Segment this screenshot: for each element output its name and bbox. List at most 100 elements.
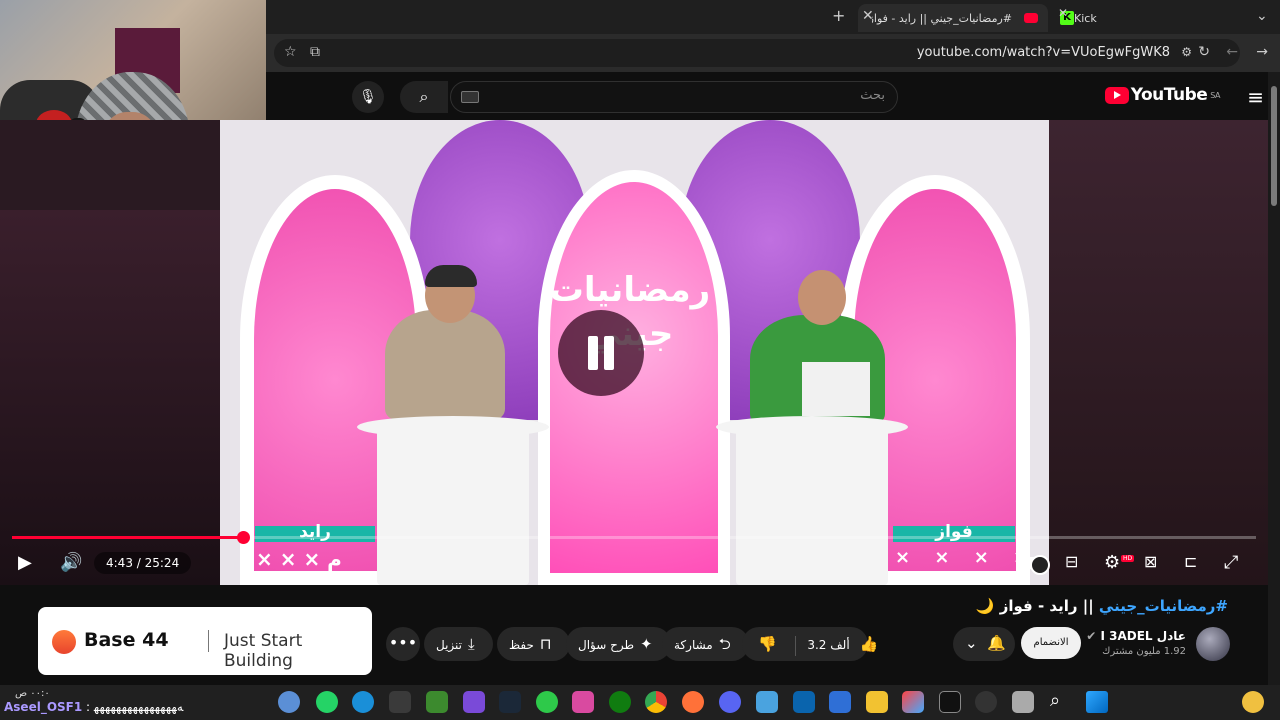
search-placeholder: بحث bbox=[860, 88, 885, 103]
sparkle-icon: ✦ bbox=[640, 635, 653, 653]
podium-right bbox=[736, 428, 888, 585]
show-title-line1: رمضانيات bbox=[549, 270, 711, 310]
cast-icon[interactable]: ⊏ bbox=[1184, 552, 1197, 571]
app-icon[interactable] bbox=[572, 691, 594, 713]
download-icon: ⤓ bbox=[468, 635, 475, 653]
search-icon[interactable]: ⌕ bbox=[1050, 690, 1060, 711]
tab-youtube-title: #رمضانيات_جيني || رايد - فواز bbox=[872, 11, 1012, 25]
left-player-namebar: رايد bbox=[255, 524, 375, 542]
contestant-left-body bbox=[385, 310, 505, 420]
stream-chat-overlay: Aseel_OSF1 : ﻪﻬﻬﻬﻬﻬﻬﻬﻬﻬﻬﻬﻬﻬﻬﻬ bbox=[4, 700, 183, 714]
share-icon: ⮌ bbox=[718, 635, 731, 653]
screen: K ✕ Kick #رمضانيات_جيني || رايد - فواز ✕… bbox=[0, 0, 1280, 720]
system-clock: ٠٠:٠ ص bbox=[15, 688, 50, 699]
chat-username: Aseel_OSF1 bbox=[4, 700, 83, 714]
address-bar: youtube.com/watch?v=VUoEgwFgWK8 ⚙ ☆ ⧉ ↻ … bbox=[266, 34, 1280, 72]
reload-icon[interactable]: ↻ bbox=[1198, 44, 1210, 60]
chrome-icon[interactable] bbox=[645, 691, 667, 713]
search-button[interactable]: ⌕ bbox=[400, 81, 448, 113]
task-view-icon[interactable] bbox=[1012, 691, 1034, 713]
channel-avatar[interactable] bbox=[1196, 627, 1230, 661]
join-button[interactable]: الانضمام bbox=[1021, 627, 1081, 659]
edge-icon[interactable] bbox=[352, 691, 374, 713]
bookmark-icon: ⊓ bbox=[539, 635, 552, 653]
time-text: 4:43 / 25:24 bbox=[106, 556, 180, 570]
whatsapp-icon[interactable] bbox=[316, 691, 338, 713]
browser-edge-dev-icon[interactable] bbox=[278, 691, 300, 713]
captions-icon[interactable]: ⊟ bbox=[1065, 552, 1078, 571]
xbox-icon[interactable] bbox=[609, 691, 631, 713]
notification-avatar-icon[interactable] bbox=[1242, 691, 1264, 713]
save-button[interactable]: حفظ ⊓ bbox=[497, 627, 570, 661]
download-button[interactable]: تنزيل ⤓ bbox=[424, 627, 493, 661]
left-player-marks: × × × م bbox=[256, 547, 342, 571]
photos-icon[interactable] bbox=[756, 691, 778, 713]
region-code: SA bbox=[1210, 90, 1220, 100]
channel-info[interactable]: عادل I 3ADEL ✔ 1.92 مليون مشترك bbox=[1086, 629, 1186, 657]
subscriber-count: 1.92 مليون مشترك bbox=[1102, 646, 1186, 657]
hamburger-menu-icon[interactable]: ≡ bbox=[1247, 85, 1264, 109]
chevron-down-icon[interactable]: ⌄ bbox=[1256, 8, 1268, 24]
close-icon[interactable]: ✕ bbox=[862, 8, 874, 24]
fullscreen-icon[interactable]: ⤢ bbox=[1224, 552, 1238, 573]
omnibox[interactable]: youtube.com/watch?v=VUoEgwFgWK8 ⚙ ☆ ⧉ bbox=[274, 39, 1240, 67]
settings-gear-icon[interactable]: ⚙ bbox=[1104, 552, 1120, 573]
page-scrollbar[interactable] bbox=[1268, 72, 1280, 685]
chat-message: : ﻪﻬﻬﻬﻬﻬﻬﻬﻬﻬﻬﻬﻬﻬﻬﻬ bbox=[86, 700, 184, 714]
autoplay-toggle[interactable] bbox=[1020, 555, 1050, 575]
windows-taskbar: ⌕ bbox=[0, 685, 1280, 720]
url-text[interactable]: youtube.com/watch?v=VUoEgwFgWK8 bbox=[917, 45, 1170, 60]
ask-button[interactable]: طرح سؤال ✦ bbox=[566, 627, 671, 661]
scrollbar-thumb[interactable] bbox=[1271, 86, 1277, 206]
play-icon[interactable]: ▶ bbox=[18, 552, 32, 573]
base44-logo-icon bbox=[52, 630, 76, 654]
steam-icon[interactable] bbox=[499, 691, 521, 713]
obs-icon[interactable] bbox=[463, 691, 485, 713]
more-actions-button[interactable]: ••• bbox=[386, 627, 420, 661]
notifications-dropdown[interactable]: ⌄ 🔔 bbox=[953, 627, 1015, 661]
chevron-down-icon: ⌄ bbox=[965, 634, 978, 652]
outlook-icon[interactable] bbox=[793, 691, 815, 713]
capcut-icon[interactable] bbox=[389, 691, 411, 713]
share-page-icon[interactable]: ⧉ bbox=[310, 44, 320, 60]
like-icon[interactable]: 👍 bbox=[860, 635, 879, 653]
youtube-logo[interactable]: YouTube SA bbox=[1104, 85, 1220, 105]
voice-search-icon[interactable]: 🎙 bbox=[352, 81, 384, 113]
tab-kick-label[interactable]: Kick bbox=[1074, 4, 1097, 32]
star-icon[interactable]: ☆ bbox=[284, 44, 297, 60]
back-icon[interactable]: ← bbox=[1226, 44, 1238, 60]
progress-fill bbox=[12, 536, 244, 539]
firefox-icon[interactable] bbox=[682, 691, 704, 713]
discord-icon[interactable] bbox=[719, 691, 741, 713]
sponsored-ad-banner[interactable]: Base 44 Just Start Building bbox=[38, 607, 372, 675]
channel-name[interactable]: عادل I 3ADEL ✔ bbox=[1086, 629, 1186, 643]
dislike-icon[interactable]: 👎 bbox=[758, 635, 777, 653]
minecraft-icon[interactable] bbox=[426, 691, 448, 713]
right-player-namebar: فواز bbox=[893, 524, 1015, 542]
progress-bar[interactable] bbox=[12, 531, 1256, 544]
copilot-icon[interactable] bbox=[902, 691, 924, 713]
site-settings-icon[interactable]: ⚙ bbox=[1181, 45, 1192, 59]
video-title-text: || رايد - فواز 🌙 bbox=[975, 597, 1099, 615]
browser-tab-bar: K ✕ Kick #رمضانيات_جيني || رايد - فواز ✕… bbox=[266, 0, 1280, 34]
pause-indicator-icon[interactable] bbox=[558, 310, 644, 396]
video-hashtag[interactable]: #رمضانيات_جيني bbox=[1099, 597, 1228, 615]
search-input[interactable]: بحث bbox=[450, 81, 898, 113]
utorrent-icon[interactable] bbox=[536, 691, 558, 713]
keyboard-icon[interactable] bbox=[461, 91, 479, 103]
share-button[interactable]: مشاركة ⮌ bbox=[662, 627, 749, 661]
new-tab-icon[interactable]: + bbox=[832, 6, 845, 25]
record-app-icon[interactable] bbox=[975, 691, 997, 713]
file-explorer-icon[interactable] bbox=[866, 691, 888, 713]
ad-brand: Base 44 bbox=[84, 629, 169, 651]
volume-icon[interactable]: 🔊 bbox=[60, 552, 82, 573]
hd-badge: HD bbox=[1121, 555, 1135, 562]
like-count[interactable]: 3.2 ألف bbox=[807, 638, 849, 652]
miniplayer-icon[interactable]: ⊠ bbox=[1144, 552, 1157, 571]
forward-icon[interactable]: → bbox=[1256, 44, 1268, 60]
windows-start-icon[interactable] bbox=[1086, 691, 1108, 713]
capcut-desktop-icon[interactable] bbox=[939, 691, 961, 713]
tab-close-icon[interactable]: ✕ bbox=[1058, 6, 1068, 20]
store-icon[interactable] bbox=[829, 691, 851, 713]
tab-youtube[interactable]: #رمضانيات_جيني || رايد - فواز bbox=[858, 4, 1048, 32]
